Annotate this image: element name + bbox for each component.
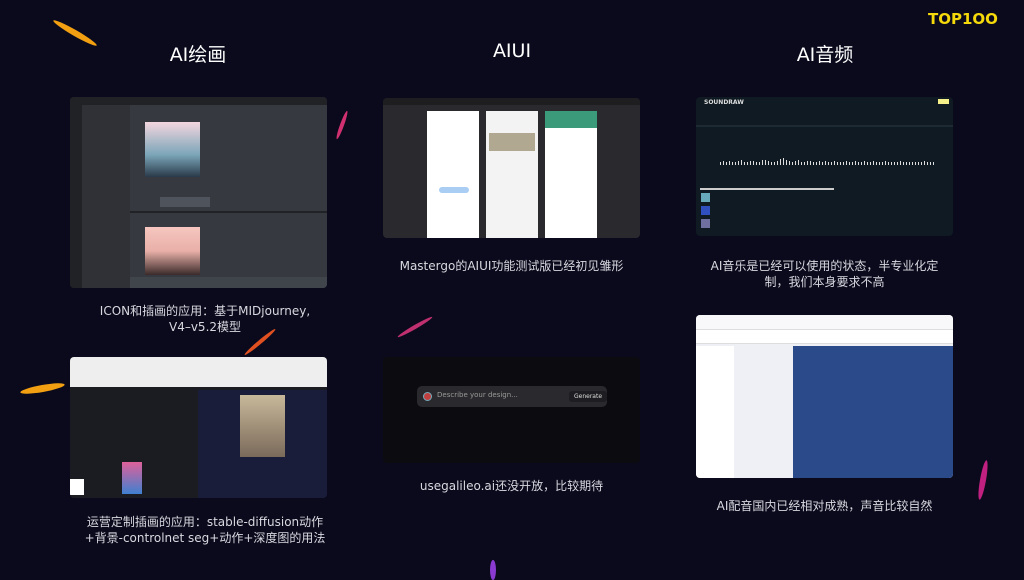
- waveform: [720, 153, 940, 165]
- decor-streak: [51, 17, 99, 49]
- galileo-prompt-bar: Describe your design... Generate: [417, 386, 608, 407]
- ai-voice-screenshot: [696, 315, 953, 478]
- caption-mastergo: Mastergo的AIUI功能测试版已经初见雏形: [399, 259, 624, 273]
- soundraw-screenshot: SOUNDRAW: [696, 97, 953, 236]
- top100-logo: TOP1OO: [928, 10, 998, 28]
- caption-voice: AI配音国内已经相对成熟，声音比较自然: [716, 499, 933, 513]
- decor-streak: [490, 560, 496, 580]
- generate-button[interactable]: Generate: [569, 391, 608, 402]
- column-title-ai-audio: AI音频: [796, 44, 854, 66]
- column-title-ai-painting: AI绘画: [169, 44, 227, 66]
- caption-stable-diffusion: 运营定制插画的应用：stable-diffusion动作 +背景-control…: [60, 514, 350, 546]
- caption-line: V4–v5.2模型: [168, 320, 242, 334]
- caption-line: ICON和插画的应用：基于MIDjourney,: [99, 304, 311, 318]
- caption-soundraw: AI音乐是已经可以使用的状态，半专业化定 制，我们本身要求不高: [686, 258, 963, 290]
- caption-line: 运营定制插画的应用：stable-diffusion动作: [86, 515, 324, 529]
- caption-line: +背景-controlnet seg+动作+深度图的用法: [84, 531, 326, 545]
- avatar-icon: [423, 392, 432, 401]
- midjourney-screenshot: [70, 97, 327, 288]
- galileo-screenshot: Describe your design... Generate: [383, 357, 640, 463]
- caption-line: 制，我们本身要求不高: [764, 275, 885, 289]
- column-title-aiui: AIUI: [492, 40, 532, 62]
- decor-streak: [334, 110, 350, 140]
- caption-line: AI音乐是已经可以使用的状态，半专业化定: [710, 259, 939, 273]
- soundraw-brand: SOUNDRAW: [704, 99, 744, 106]
- caption-galileo: usegalileo.ai还没开放，比较期待: [419, 479, 604, 493]
- stable-diffusion-screenshot: [70, 357, 327, 498]
- decor-streak: [19, 381, 66, 396]
- decor-streak: [396, 315, 434, 339]
- decor-streak: [976, 459, 990, 501]
- caption-midjourney: ICON和插画的应用：基于MIDjourney, V4–v5.2模型: [60, 303, 350, 335]
- describe-design-input[interactable]: Describe your design...: [437, 391, 518, 399]
- mastergo-screenshot: [383, 98, 640, 238]
